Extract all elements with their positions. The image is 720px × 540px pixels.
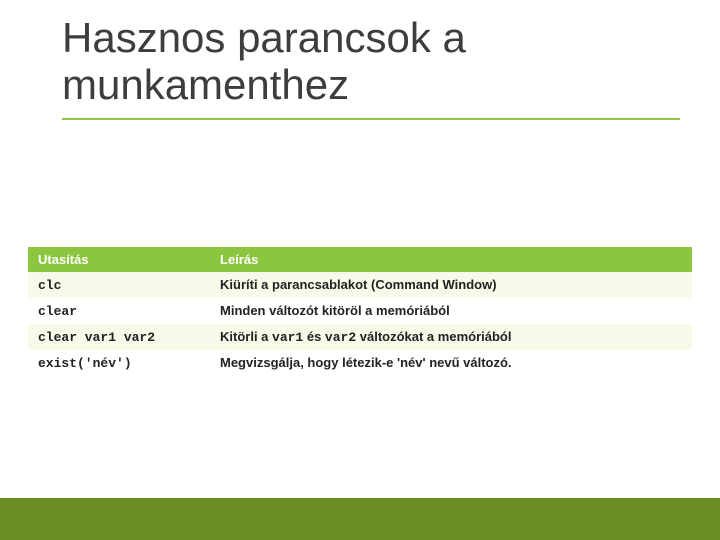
title-line-2: munkamenthez — [62, 61, 349, 108]
desc-text: Minden változót kitöröl a memóriából — [220, 303, 450, 318]
cell-command: clear — [28, 298, 210, 324]
desc-mono: var2 — [325, 330, 356, 345]
footer-band — [0, 498, 720, 540]
desc-text: Kiüríti a parancsablakot (Command Window… — [220, 277, 497, 292]
table-row: clear Minden változót kitöröl a memóriáb… — [28, 298, 692, 324]
table-row: exist('név') Megvizsgálja, hogy létezik-… — [28, 350, 692, 376]
desc-text: és — [303, 329, 325, 344]
cell-description: Megvizsgálja, hogy létezik-e 'név' nevű … — [210, 350, 692, 376]
commands-table: Utasítás Leírás clc Kiüríti a parancsabl… — [28, 247, 692, 376]
table-row: clear var1 var2 Kitörli a var1 és var2 v… — [28, 324, 692, 350]
page-title: Hasznos parancsok a munkamenthez — [62, 14, 680, 120]
commands-table-wrap: Utasítás Leírás clc Kiüríti a parancsabl… — [28, 247, 692, 376]
cell-command: clear var1 var2 — [28, 324, 210, 350]
desc-text: Kitörli a — [220, 329, 272, 344]
header-command: Utasítás — [28, 247, 210, 272]
header-description: Leírás — [210, 247, 692, 272]
cell-command: exist('név') — [28, 350, 210, 376]
desc-text: Megvizsgálja, hogy létezik-e 'név' nevű … — [220, 355, 512, 370]
cell-description: Kiüríti a parancsablakot (Command Window… — [210, 272, 692, 298]
title-line-1: Hasznos parancsok a — [62, 14, 466, 61]
cell-command: clc — [28, 272, 210, 298]
desc-mono: var1 — [272, 330, 303, 345]
desc-text: változókat a memóriából — [356, 329, 511, 344]
table-row: clc Kiüríti a parancsablakot (Command Wi… — [28, 272, 692, 298]
cell-description: Minden változót kitöröl a memóriából — [210, 298, 692, 324]
cell-description: Kitörli a var1 és var2 változókat a memó… — [210, 324, 692, 350]
table-header-row: Utasítás Leírás — [28, 247, 692, 272]
